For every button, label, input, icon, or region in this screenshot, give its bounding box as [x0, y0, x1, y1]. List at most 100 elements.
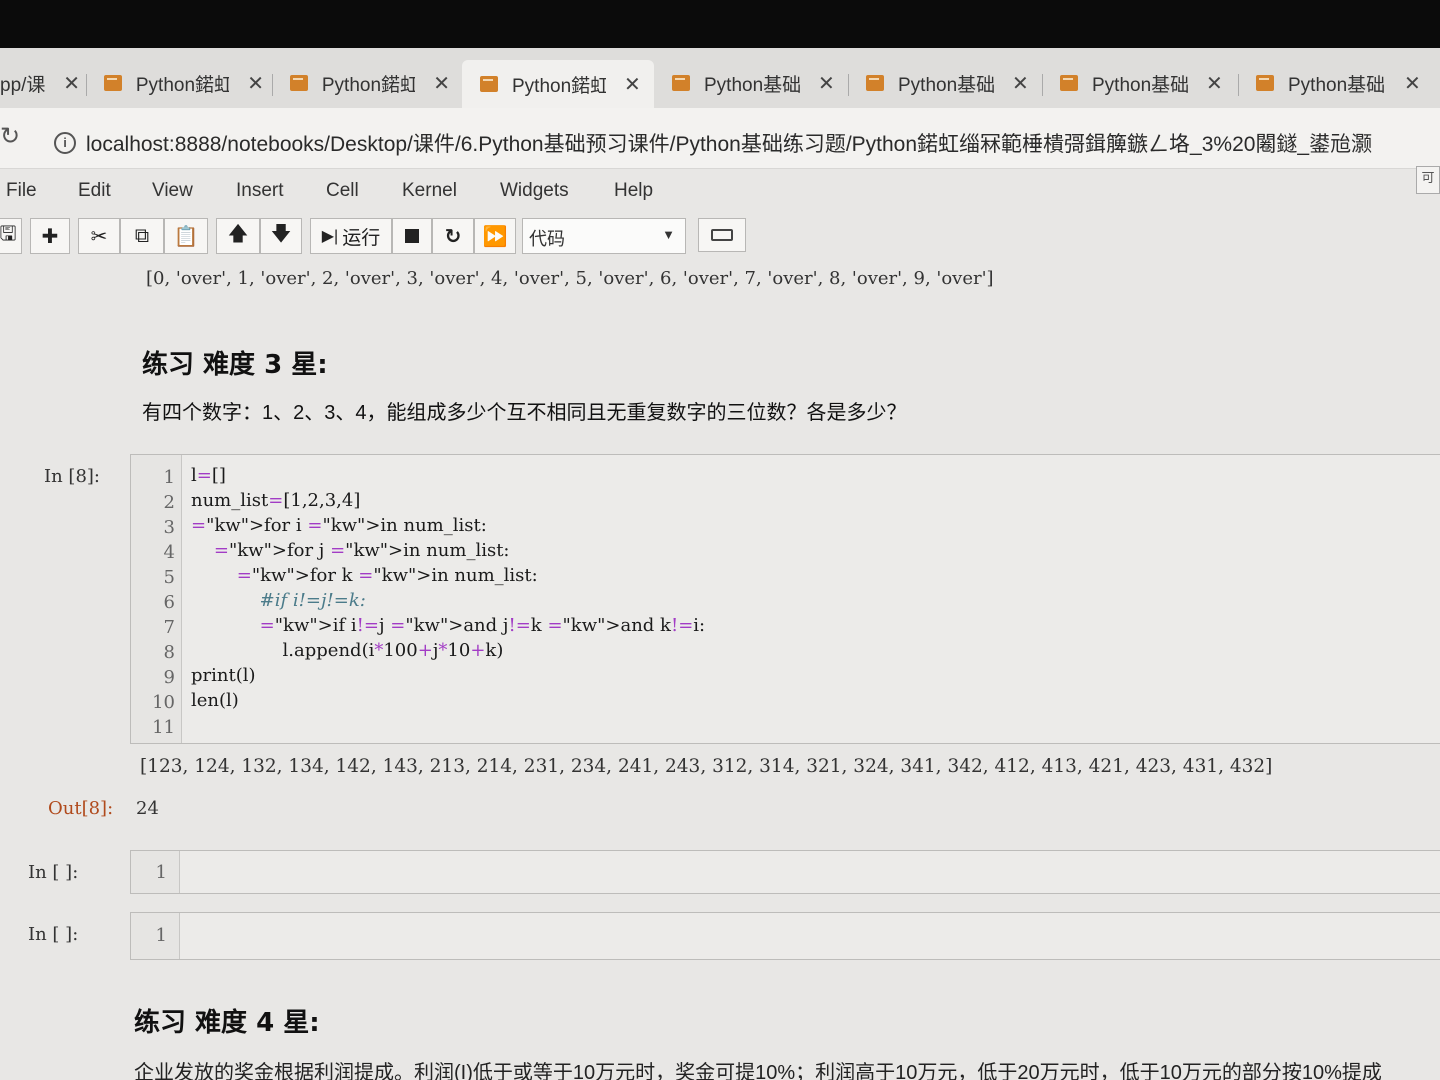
address-bar: ↻ i localhost:8888/notebooks/Desktop/课件/…	[0, 108, 1440, 169]
line-number: 2	[163, 492, 175, 513]
line-number: 7	[163, 617, 175, 638]
menu-help[interactable]: Help	[614, 180, 653, 202]
browser-tab[interactable]: Python基础 ✕	[1060, 62, 1230, 104]
copy-button[interactable]: ⧉	[120, 218, 164, 254]
menu-widgets[interactable]: Widgets	[500, 180, 569, 202]
arrow-down-icon: 🡇	[270, 223, 292, 245]
browser-tab[interactable]: pp/课 ✕	[0, 62, 80, 104]
tab-title: pp/课	[0, 74, 46, 96]
code-line: ="kw">for k ="kw">in num_list:	[236, 565, 538, 586]
line-number-gutter: 1	[131, 851, 180, 893]
code-line: l=[]	[191, 465, 226, 486]
browser-tab[interactable]: Python基础 ✕	[672, 62, 842, 104]
cut-button[interactable]: ✂	[78, 218, 120, 254]
copy-icon: ⧉	[134, 224, 150, 247]
code-line: ="kw">for j ="kw">in num_list:	[213, 540, 510, 561]
save-icon: 🖫	[0, 223, 17, 245]
notebook-favicon-icon	[866, 75, 884, 91]
line-number: 1	[155, 925, 167, 946]
chevron-down-icon: ▼	[662, 227, 675, 242]
previous-output: [0, 'over', 1, 'over', 2, 'over', 3, 'ov…	[146, 268, 994, 289]
close-icon[interactable]: ✕	[1012, 71, 1029, 96]
empty-code-cell[interactable]: 1	[130, 850, 1440, 894]
plus-icon: ✚	[41, 225, 59, 248]
output-prompt: Out[8]:	[48, 798, 114, 819]
cell-result: 24	[136, 798, 159, 819]
line-number: 9	[163, 667, 175, 688]
code-line: len(l)	[191, 690, 239, 711]
close-icon[interactable]: ✕	[1404, 71, 1421, 96]
browser-tab-active[interactable]: Python鍩虹 ✕	[462, 60, 654, 108]
interrupt-button[interactable]	[392, 218, 432, 254]
close-icon[interactable]: ✕	[433, 71, 450, 96]
menu-cell[interactable]: Cell	[326, 180, 359, 202]
info-icon[interactable]: i	[54, 132, 76, 154]
code-line: ="kw">for i ="kw">in num_list:	[191, 515, 487, 536]
paste-icon: 📋	[173, 225, 199, 248]
menu-view[interactable]: View	[152, 180, 193, 202]
code-cell[interactable]: 1 2 3 4 5 6 7 8 9 10 11 l=[] num_list=[1,…	[130, 454, 1440, 744]
reload-icon[interactable]: ↻	[0, 122, 20, 151]
toggle-header-button[interactable]: 可	[1416, 166, 1440, 194]
move-up-button[interactable]: 🡅	[216, 218, 260, 254]
code-line: num_list=[1,2,3,4]	[191, 490, 361, 511]
url-field[interactable]: localhost:8888/notebooks/Desktop/课件/6.Py…	[86, 128, 1372, 158]
screen: pp/课 ✕ Python鍩虹 ✕ Python鍩虹 ✕ Python鍩虹 ✕ …	[0, 48, 1440, 1080]
menu-insert[interactable]: Insert	[236, 180, 284, 202]
move-down-button[interactable]: 🡇	[260, 218, 302, 254]
browser-tab[interactable]: Python基础 ✕	[866, 62, 1036, 104]
notebook-favicon-icon	[1256, 75, 1274, 91]
line-number: 11	[152, 717, 175, 738]
menu-bar: File Edit View Insert Cell Kernel Widget…	[0, 172, 1440, 212]
tab-title: Python基础	[1092, 74, 1188, 96]
close-icon[interactable]: ✕	[1206, 71, 1223, 96]
run-icon: ▶︎|	[321, 228, 339, 245]
fast-forward-icon: ⏩	[482, 225, 508, 248]
notebook-toolbar: 🖫 ✚ ✂ ⧉ 📋 🡅 🡇 ▶︎| 运行 ↻ ⏩ 代码 ▼	[0, 218, 1440, 258]
line-number: 10	[152, 692, 175, 713]
code-line: ="kw">if i!=j ="kw">and j!=k ="kw">and k…	[259, 615, 706, 636]
tab-title: Python基础	[898, 74, 994, 96]
cell-type-select[interactable]: 代码 ▼	[522, 218, 686, 254]
tab-title: Python鍩虹	[135, 74, 230, 96]
browser-tab[interactable]: Python鍩虹 ✕	[104, 62, 264, 104]
tab-title: Python鍩虹	[321, 74, 416, 96]
close-icon[interactable]: ✕	[63, 71, 80, 96]
restart-icon: ↻	[444, 225, 462, 248]
line-number-gutter: 1 2 3 4 5 6 7 8 9 10 11	[131, 455, 182, 743]
exercise-heading: 练习 难度 4 星:	[134, 1008, 320, 1038]
close-icon[interactable]: ✕	[818, 71, 835, 96]
menu-kernel[interactable]: Kernel	[402, 180, 457, 202]
run-button[interactable]: ▶︎| 运行	[310, 218, 392, 254]
notebook-favicon-icon	[290, 75, 308, 91]
exercise-description: 企业发放的奖金根据利润提成。利润(I)低于或等于10万元时，奖金可提10%；利润…	[134, 1062, 1382, 1080]
run-label: 运行	[342, 227, 381, 249]
paste-button[interactable]: 📋	[164, 218, 208, 254]
menu-file[interactable]: File	[6, 180, 37, 202]
empty-code-cell[interactable]: 1	[130, 912, 1440, 960]
line-number: 1	[155, 862, 167, 883]
line-number-gutter: 1	[131, 913, 180, 959]
restart-run-all-button[interactable]: ⏩	[474, 218, 516, 254]
tab-title: Python基础	[704, 74, 800, 96]
input-prompt: In [ ]:	[28, 862, 79, 883]
line-number: 1	[163, 467, 175, 488]
cell-stdout: [123, 124, 132, 134, 142, 143, 213, 214,…	[140, 756, 1273, 777]
input-prompt: In [8]:	[44, 466, 100, 487]
browser-tab[interactable]: Python基础 ✕	[1256, 62, 1428, 104]
tab-title: Python鍩虹	[512, 75, 606, 97]
cut-icon: ✂	[90, 225, 108, 248]
command-palette-button[interactable]	[698, 218, 746, 252]
save-button[interactable]: 🖫	[0, 218, 22, 254]
close-icon[interactable]: ✕	[247, 71, 264, 96]
menu-edit[interactable]: Edit	[78, 180, 111, 202]
exercise-heading: 练习 难度 3 星:	[142, 350, 328, 380]
browser-tab[interactable]: Python鍩虹 ✕	[290, 62, 450, 104]
line-number: 6	[163, 592, 175, 613]
close-icon[interactable]: ✕	[624, 72, 641, 97]
insert-cell-button[interactable]: ✚	[30, 218, 70, 254]
notebook-favicon-icon	[672, 75, 690, 91]
line-number: 5	[163, 567, 175, 588]
line-number: 4	[163, 542, 175, 563]
restart-button[interactable]: ↻	[432, 218, 474, 254]
